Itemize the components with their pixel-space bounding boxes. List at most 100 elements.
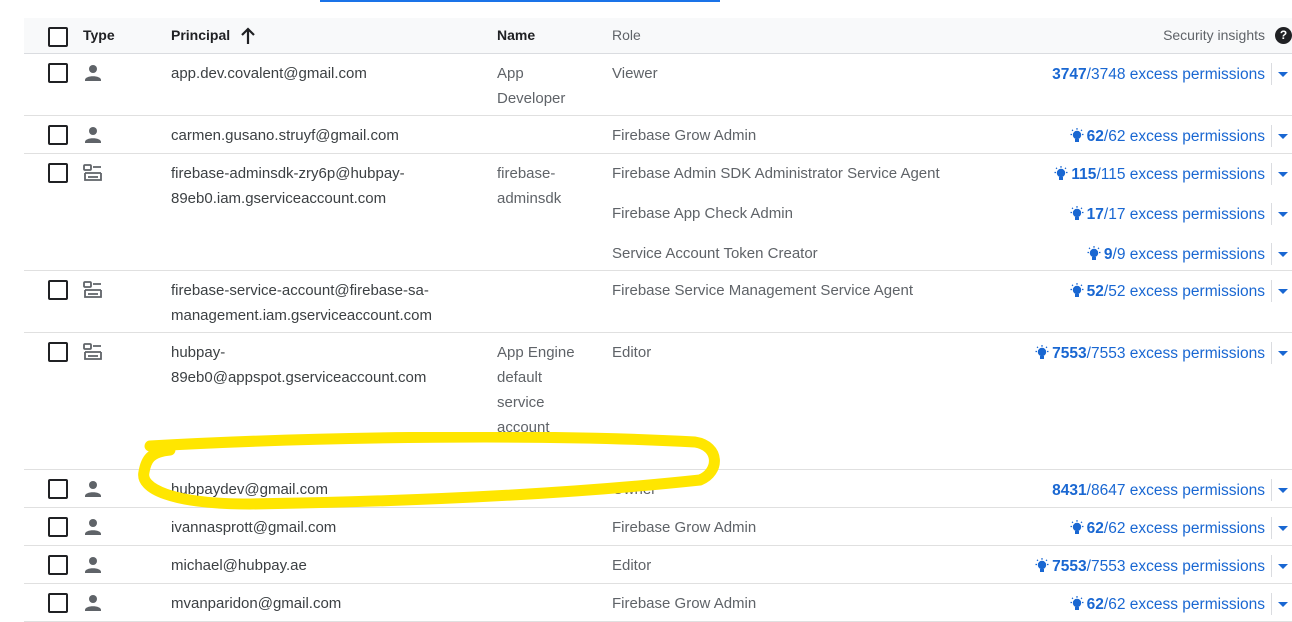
- header-principal[interactable]: Principal: [171, 18, 256, 53]
- chevron-down-icon: [1278, 602, 1288, 607]
- table-row: firebase-service-account@firebase-sa-man…: [24, 271, 1292, 333]
- help-icon[interactable]: ?: [1275, 27, 1292, 44]
- insight-dropdown-button[interactable]: [1271, 203, 1292, 225]
- excess-total: /62 excess permissions: [1103, 596, 1265, 613]
- excess-permissions-link[interactable]: 115/115 excess permissions: [1054, 162, 1265, 187]
- person-icon: [82, 592, 104, 614]
- chevron-down-icon: [1278, 564, 1288, 569]
- principal-email: carmen.gusano.struyf@gmail.com: [171, 127, 399, 144]
- recommendation-bulb-icon: [1070, 127, 1087, 146]
- principal-email: mvanparidon@gmail.com: [171, 595, 342, 612]
- excess-total: /3748 excess permissions: [1086, 66, 1265, 83]
- table-header: Type Principal Name Role Security insigh…: [24, 18, 1292, 54]
- excess-permissions-link[interactable]: 9/9 excess permissions: [1087, 242, 1265, 267]
- principal-email: hubpaydev@gmail.com: [171, 481, 328, 498]
- excess-permissions-link[interactable]: 7553/7553 excess permissions: [1035, 341, 1265, 366]
- insight-dropdown-button[interactable]: [1271, 63, 1292, 85]
- table-row: hubpay-89eb0@appspot.gserviceaccount.com…: [24, 333, 1292, 470]
- principal-email: ivannasprott@gmail.com: [171, 519, 337, 536]
- excess-count: 62: [1086, 596, 1104, 613]
- excess-count: 3747: [1052, 66, 1087, 83]
- row-checkbox[interactable]: [48, 342, 68, 362]
- chevron-down-icon: [1278, 252, 1288, 257]
- role-label: Firebase Grow Admin: [612, 127, 757, 144]
- principal-name: App Developer: [497, 65, 566, 107]
- table-body: app.dev.covalent@gmail.com App Developer V…: [24, 54, 1292, 622]
- excess-permissions-link[interactable]: 62/62 excess permissions: [1070, 124, 1265, 149]
- insight-dropdown-button[interactable]: [1271, 479, 1292, 501]
- header-name[interactable]: Name: [497, 18, 535, 53]
- row-checkbox[interactable]: [48, 63, 68, 83]
- insight-dropdown-button[interactable]: [1271, 163, 1292, 185]
- chevron-down-icon: [1278, 526, 1288, 531]
- excess-total: /7553 excess permissions: [1086, 558, 1265, 575]
- insight-dropdown-button[interactable]: [1271, 517, 1292, 539]
- role-label: Firebase Service Management Service Agen…: [612, 282, 913, 299]
- role-label: Firebase Grow Admin: [612, 595, 757, 612]
- insight-dropdown-button[interactable]: [1271, 243, 1292, 265]
- excess-total: /62 excess permissions: [1103, 520, 1265, 537]
- excess-permissions-link[interactable]: 52/52 excess permissions: [1070, 279, 1265, 304]
- role-label: Firebase Grow Admin: [612, 519, 757, 536]
- role-label: Editor: [612, 557, 652, 574]
- excess-permissions-link[interactable]: 62/62 excess permissions: [1070, 516, 1265, 541]
- row-checkbox[interactable]: [48, 479, 68, 499]
- excess-permissions-link[interactable]: 7553/7553 excess permissions: [1035, 554, 1265, 579]
- excess-total: /7553 excess permissions: [1086, 345, 1265, 362]
- select-all-checkbox[interactable]: [48, 27, 68, 47]
- role-label: Owner: [612, 481, 657, 498]
- excess-permissions-link[interactable]: 17/17 excess permissions: [1070, 202, 1265, 227]
- excess-total: /9 excess permissions: [1112, 246, 1265, 263]
- person-icon: [82, 478, 104, 500]
- recommendation-bulb-icon: [1054, 165, 1071, 184]
- person-icon: [82, 516, 104, 538]
- row-checkbox[interactable]: [48, 555, 68, 575]
- excess-permissions-link[interactable]: 62/62 excess permissions: [1070, 592, 1265, 617]
- principal-email: michael@hubpay.ae: [171, 557, 307, 574]
- excess-permissions-link[interactable]: 8431/8647 excess permissions: [1052, 478, 1265, 503]
- excess-count: 62: [1086, 128, 1104, 145]
- excess-count: 62: [1086, 520, 1104, 537]
- chevron-down-icon: [1278, 289, 1288, 294]
- recommendation-bulb-icon: [1070, 519, 1087, 538]
- row-checkbox[interactable]: [48, 593, 68, 613]
- header-type[interactable]: Type: [83, 18, 115, 53]
- recommendation-bulb-icon: [1070, 205, 1087, 224]
- insight-dropdown-button[interactable]: [1271, 280, 1292, 302]
- sort-ascending-icon[interactable]: [240, 27, 256, 45]
- row-checkbox[interactable]: [48, 163, 68, 183]
- person-icon: [82, 554, 104, 576]
- principal-name: App Engine default service account: [497, 344, 575, 436]
- recommendation-bulb-icon: [1087, 245, 1104, 264]
- excess-count: 8431: [1052, 482, 1087, 499]
- table-row: michael@hubpay.ae Editor 7553/7553 excess …: [24, 546, 1292, 584]
- header-role[interactable]: Role: [612, 18, 641, 53]
- table-row: ivannasprott@gmail.com Firebase Grow Admi…: [24, 508, 1292, 546]
- excess-count: 7553: [1052, 558, 1087, 575]
- principal-email: firebase-service-account@firebase-sa-man…: [171, 282, 432, 324]
- row-checkbox[interactable]: [48, 280, 68, 300]
- person-icon: [82, 62, 104, 84]
- row-checkbox[interactable]: [48, 517, 68, 537]
- excess-count: 115: [1071, 166, 1097, 183]
- excess-total: /17 excess permissions: [1103, 206, 1265, 223]
- insight-dropdown-button[interactable]: [1271, 555, 1292, 577]
- chevron-down-icon: [1278, 212, 1288, 217]
- excess-count: 52: [1086, 283, 1104, 300]
- row-checkbox[interactable]: [48, 125, 68, 145]
- role-label: Editor: [612, 344, 652, 361]
- role-label: Service Account Token Creator: [612, 245, 818, 262]
- chevron-down-icon: [1278, 134, 1288, 139]
- excess-total: /62 excess permissions: [1103, 128, 1265, 145]
- principal-email: hubpay-89eb0@appspot.gserviceaccount.com: [171, 344, 427, 386]
- excess-count: 7553: [1052, 345, 1087, 362]
- insight-dropdown-button[interactable]: [1271, 593, 1292, 615]
- chevron-down-icon: [1278, 172, 1288, 177]
- excess-permissions-link[interactable]: 3747/3748 excess permissions: [1052, 62, 1265, 87]
- chevron-down-icon: [1278, 72, 1288, 77]
- principal-name: firebase-adminsdk: [497, 165, 562, 207]
- insight-dropdown-button[interactable]: [1271, 125, 1292, 147]
- service-account-icon: [82, 279, 104, 301]
- insight-dropdown-button[interactable]: [1271, 342, 1292, 364]
- permissions-table: Type Principal Name Role Security insigh…: [24, 18, 1292, 622]
